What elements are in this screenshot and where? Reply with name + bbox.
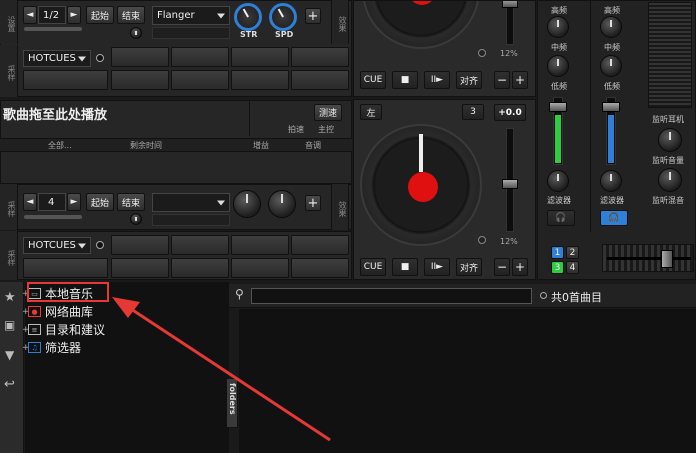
annotation-arrow-head <box>112 297 140 318</box>
annotation-arrow <box>112 297 331 442</box>
annotation-arrow-line <box>127 305 331 442</box>
